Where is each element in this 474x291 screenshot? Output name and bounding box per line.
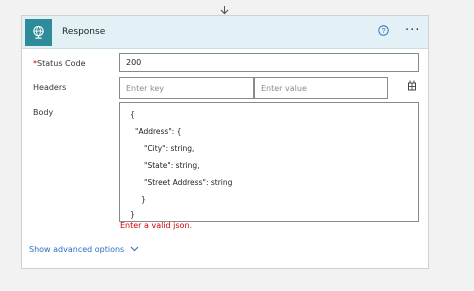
flow-connector-arrow	[218, 0, 231, 15]
advanced-options-label: Show advanced options	[29, 245, 125, 254]
card-header[interactable]: Response ? ···	[22, 16, 428, 49]
header-key-input[interactable]: Enter key	[119, 77, 254, 99]
header-key-placeholder: Enter key	[126, 83, 165, 93]
header-value-placeholder: Enter value	[261, 83, 307, 93]
headers-label: Headers	[33, 83, 67, 92]
header-value-input[interactable]: Enter value	[254, 77, 388, 99]
status-code-value: 200	[126, 58, 142, 67]
show-advanced-options-link[interactable]: Show advanced options	[29, 245, 139, 254]
status-code-input[interactable]: 200	[119, 53, 419, 72]
response-action-card: Response ? ··· *Status Code 200 Headers …	[21, 15, 429, 269]
status-code-label: *Status Code	[33, 59, 86, 68]
chevron-down-icon	[130, 245, 139, 254]
ellipsis-icon[interactable]: ···	[405, 24, 420, 37]
body-line: "Street Address": string	[144, 178, 233, 187]
body-label: Body	[33, 108, 54, 117]
body-line: "State": string,	[144, 161, 200, 170]
body-line: "Address": {	[135, 127, 182, 136]
json-error-message: Enter a valid json.	[120, 221, 193, 230]
body-line: {	[130, 110, 135, 119]
body-line: }	[141, 195, 146, 204]
globe-icon	[25, 18, 52, 46]
card-title: Response	[62, 27, 106, 37]
body-line: }	[130, 210, 135, 219]
status-code-label-text: Status Code	[37, 59, 86, 68]
body-line: "City": string,	[144, 144, 195, 153]
table-switch-icon[interactable]	[407, 80, 417, 91]
help-circle-icon[interactable]: ?	[378, 25, 389, 36]
body-editor[interactable]: { "Address": { "City": string, "State": …	[119, 102, 419, 222]
svg-text:?: ?	[382, 28, 386, 35]
